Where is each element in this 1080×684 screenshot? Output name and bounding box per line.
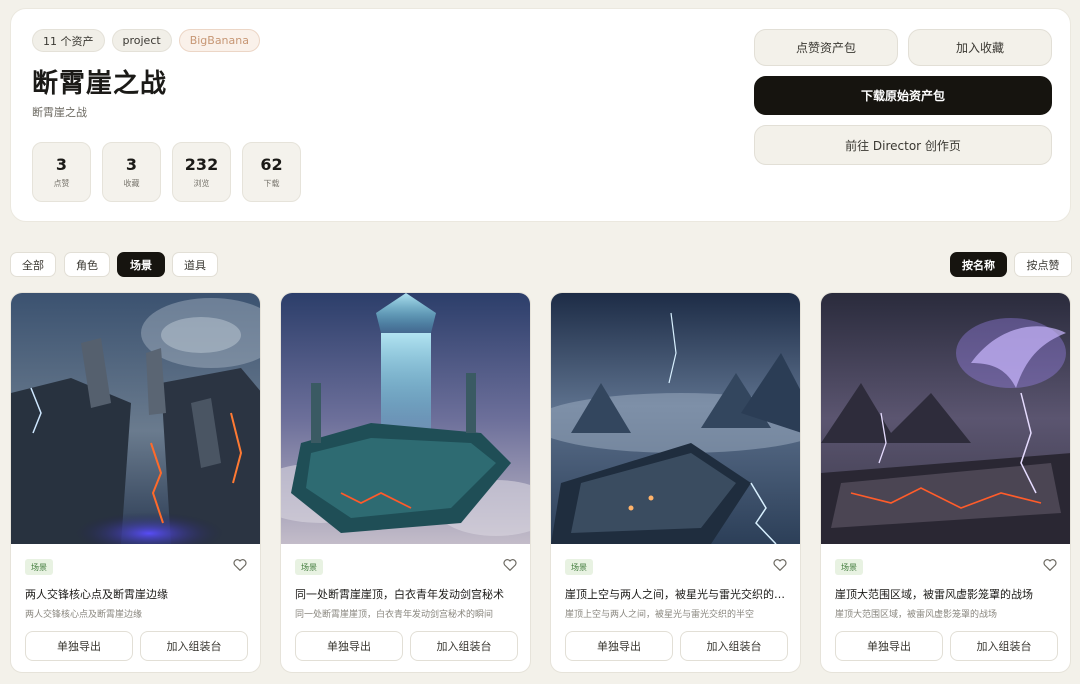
asset-pack-header: 11 个资产 project BigBanana 断霄崖之战 断霄崖之战 3 点…: [10, 8, 1071, 222]
add-to-assembly-button[interactable]: 加入组装台: [410, 631, 518, 661]
badge-row: 11 个资产 project BigBanana: [32, 29, 260, 52]
card-title: 崖顶上空与两人之间，被星光与雷光交织的半空: [565, 588, 787, 601]
like-pack-button[interactable]: 点赞资产包: [754, 29, 898, 66]
project-badge: project: [111, 29, 172, 52]
asset-thumbnail[interactable]: [551, 293, 800, 544]
category-tag: 场景: [25, 559, 53, 575]
stat-likes: 3 点赞: [32, 142, 91, 202]
download-pack-button[interactable]: 下载原始资产包: [754, 76, 1052, 115]
category-tag: 场景: [565, 559, 593, 575]
add-favorite-button[interactable]: 加入收藏: [908, 29, 1052, 66]
stat-value: 3: [55, 155, 68, 174]
export-single-button[interactable]: 单独导出: [295, 631, 403, 661]
export-single-button[interactable]: 单独导出: [25, 631, 133, 661]
stat-value: 232: [184, 155, 219, 174]
card-description: 崖顶上空与两人之间，被星光与雷光交织的半空: [565, 610, 755, 620]
sort-by-likes[interactable]: 按点赞: [1014, 252, 1072, 277]
page-subtitle: 断霄崖之战: [32, 106, 87, 119]
asset-thumbnail[interactable]: [281, 293, 530, 544]
stat-favorites: 3 收藏: [102, 142, 161, 202]
asset-card[interactable]: 场景 崖顶大范围区域，被雷风虚影笼罩的战场 崖顶大范围区域，被雷风虚影笼罩的战场…: [820, 292, 1071, 673]
stat-label: 收藏: [123, 179, 140, 188]
asset-card[interactable]: 场景 崖顶上空与两人之间，被星光与雷光交织的半空 崖顶上空与两人之间，被星光与雷…: [550, 292, 801, 673]
card-description: 同一处断霄崖崖顶，白衣青年发动剑宫秘术的瞬间: [295, 610, 494, 620]
add-to-assembly-button[interactable]: 加入组装台: [140, 631, 248, 661]
filter-scene[interactable]: 场景: [117, 252, 165, 277]
card-title: 崖顶大范围区域，被雷风虚影笼罩的战场: [835, 588, 1033, 601]
asset-card[interactable]: 场景 两人交锋核心点及断霄崖边缘 两人交锋核心点及断霄崖边缘 单独导出 加入组装…: [10, 292, 261, 673]
asset-card[interactable]: 场景 同一处断霄崖崖顶，白衣青年发动剑宫秘术 同一处断霄崖崖顶，白衣青年发动剑宫…: [280, 292, 531, 673]
filter-prop[interactable]: 道具: [172, 252, 218, 277]
sort-by-name[interactable]: 按名称: [950, 252, 1007, 277]
page-title: 断霄崖之战: [32, 69, 168, 99]
asset-thumbnail[interactable]: [11, 293, 260, 544]
heart-outline-icon[interactable]: [232, 557, 248, 573]
card-description: 崖顶大范围区域，被雷风虚影笼罩的战场: [835, 610, 998, 620]
stat-label: 点赞: [53, 179, 70, 188]
go-director-button[interactable]: 前往 Director 创作页: [754, 125, 1052, 165]
heart-outline-icon[interactable]: [772, 557, 788, 573]
stat-label: 浏览: [193, 179, 210, 188]
card-title: 两人交锋核心点及断霄崖边缘: [25, 588, 168, 601]
export-single-button[interactable]: 单独导出: [835, 631, 943, 661]
stats-row: 3 点赞 3 收藏 232 浏览 62 下载: [32, 142, 301, 202]
stat-label: 下载: [263, 179, 280, 188]
filter-all[interactable]: 全部: [10, 252, 56, 277]
card-title: 同一处断霄崖崖顶，白衣青年发动剑宫秘术: [295, 588, 504, 601]
category-tag: 场景: [835, 559, 863, 575]
stat-value: 62: [260, 155, 283, 174]
export-single-button[interactable]: 单独导出: [565, 631, 673, 661]
category-tag: 场景: [295, 559, 323, 575]
stat-value: 3: [125, 155, 138, 174]
author-badge[interactable]: BigBanana: [178, 29, 260, 52]
stat-views: 232 浏览: [172, 142, 231, 202]
add-to-assembly-button[interactable]: 加入组装台: [950, 631, 1058, 661]
asset-thumbnail[interactable]: [821, 293, 1070, 544]
card-description: 两人交锋核心点及断霄崖边缘: [25, 610, 143, 620]
add-to-assembly-button[interactable]: 加入组装台: [680, 631, 788, 661]
heart-outline-icon[interactable]: [1042, 557, 1058, 573]
stat-downloads: 62 下载: [242, 142, 301, 202]
heart-outline-icon[interactable]: [502, 557, 518, 573]
filter-character[interactable]: 角色: [64, 252, 110, 277]
asset-count-badge: 11 个资产: [32, 29, 105, 52]
